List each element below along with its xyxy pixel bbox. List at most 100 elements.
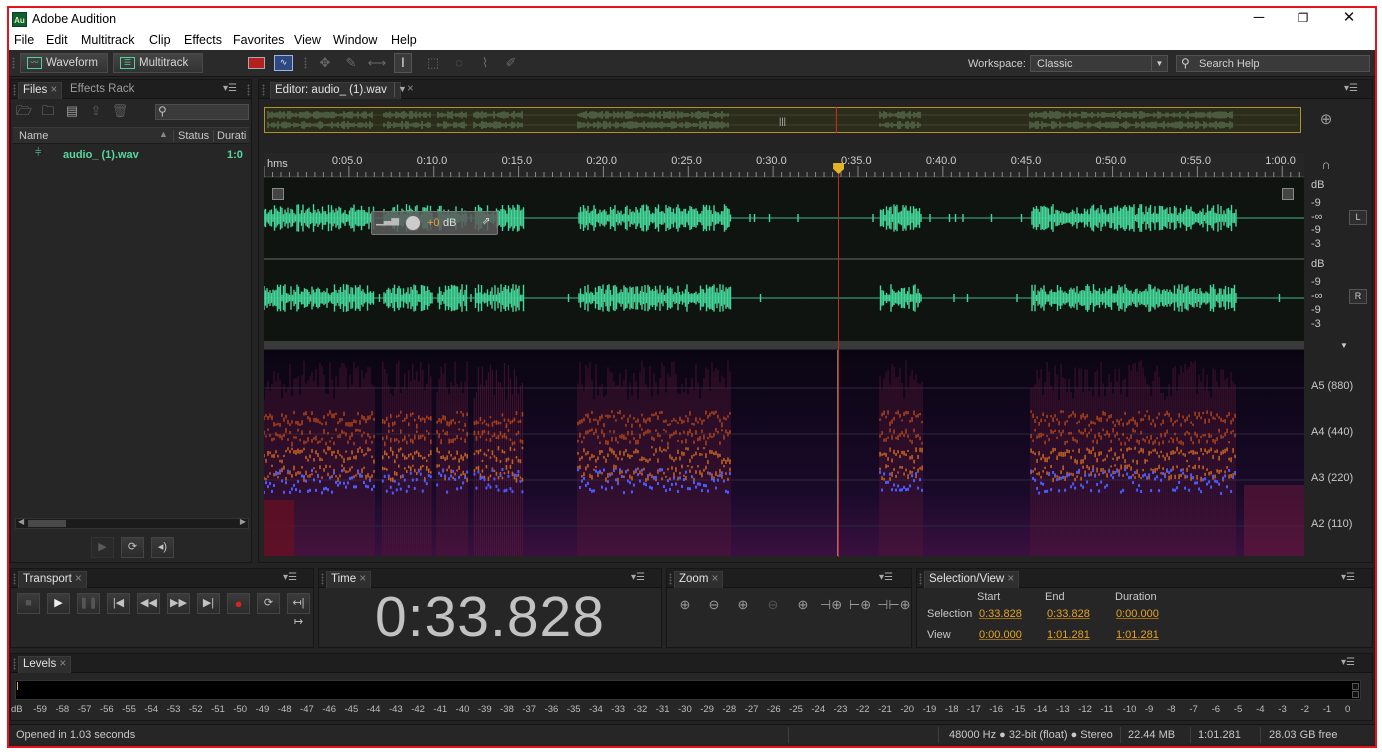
zoom-out-time-icon[interactable]: ⊖ xyxy=(763,596,783,614)
tab-files[interactable]: Files × xyxy=(18,82,63,99)
panel-menu-icon[interactable]: ▾☰ xyxy=(879,572,893,583)
rewind-button[interactable]: ◀◀ xyxy=(137,593,160,614)
zoom-selection-out-icon[interactable]: ⊢⊕ xyxy=(848,596,872,614)
playhead-line[interactable] xyxy=(838,165,840,557)
column-name[interactable]: Name xyxy=(19,130,48,142)
overview-bar[interactable]: ||| xyxy=(264,107,1301,133)
list-item[interactable]: ⫩ audio_ (1).wav 1:0 xyxy=(13,147,249,164)
close-tab-icon[interactable]: × xyxy=(1007,573,1014,585)
restore-button[interactable]: ❐ xyxy=(1280,8,1326,30)
auto-play-button[interactable]: ◂) xyxy=(151,537,174,558)
razor-tool-icon[interactable]: ✎ xyxy=(340,54,362,72)
clip-indicator-right[interactable] xyxy=(1352,691,1359,698)
play-button[interactable]: ▶ xyxy=(47,593,70,614)
loop-button[interactable]: ⟳ xyxy=(257,593,280,614)
channel-right-button[interactable]: R xyxy=(1349,289,1367,304)
zoom-out-amplitude-icon[interactable]: ⊖ xyxy=(704,596,724,614)
panel-menu-icon[interactable]: ▾☰ xyxy=(223,83,237,94)
panel-menu-icon[interactable]: ▾☰ xyxy=(283,572,297,583)
menu-edit[interactable]: Edit xyxy=(46,32,68,49)
column-duration[interactable]: Durati xyxy=(213,130,246,142)
fade-in-handle[interactable] xyxy=(272,188,284,200)
horizontal-scrollbar[interactable]: ◀ ▶ xyxy=(15,517,249,529)
play-file-button[interactable]: ▶ xyxy=(91,537,114,558)
menu-effects[interactable]: Effects xyxy=(184,32,222,49)
selection-end[interactable]: 0:33.828 xyxy=(1047,608,1090,620)
tab-selection-view[interactable]: Selection/View × xyxy=(924,571,1020,588)
tab-zoom[interactable]: Zoom × xyxy=(674,571,724,588)
multitrack-view-button[interactable]: ☰ Multitrack xyxy=(113,53,203,73)
slip-tool-icon[interactable]: ⟷ xyxy=(366,54,388,72)
menu-clip[interactable]: Clip xyxy=(149,32,171,49)
panel-divider[interactable] xyxy=(264,341,1304,349)
lasso-tool-icon[interactable]: ◌ xyxy=(448,54,470,72)
time-ruler[interactable]: 0:05.0 0:10.0 0:15.0 0:20.0 0:25.0 0:30.0 0:35… xyxy=(264,153,1304,177)
spectral-frequency-icon[interactable]: ∿ xyxy=(274,55,293,71)
waveform-display[interactable]: ▁▃▅ +0 dB ⇗ xyxy=(264,178,1304,341)
insert-icon[interactable]: ⇪ xyxy=(87,102,105,120)
waveform-view-button[interactable]: 〰 Waveform xyxy=(20,53,108,73)
close-button[interactable]: ✕ xyxy=(1326,8,1372,30)
zoom-in-amplitude-icon[interactable]: ⊕ xyxy=(675,596,695,614)
import-file-icon[interactable]: 🗀 xyxy=(39,102,57,120)
panel-menu-icon[interactable]: ▾☰ xyxy=(1341,657,1355,668)
menu-file[interactable]: File xyxy=(14,32,34,49)
pin-icon[interactable]: ⇗ xyxy=(482,216,490,227)
view-duration[interactable]: 1:01.281 xyxy=(1116,629,1159,641)
hud-gain-value[interactable]: +0 xyxy=(427,217,440,229)
menu-multitrack[interactable]: Multitrack xyxy=(81,32,134,49)
record-button[interactable]: ● xyxy=(227,593,250,614)
tab-levels[interactable]: Levels × xyxy=(18,656,72,673)
spot-healing-icon[interactable]: ✐ xyxy=(500,54,522,72)
new-file-icon[interactable]: ▤ xyxy=(63,102,81,120)
headphones-icon[interactable]: ∩ xyxy=(1316,156,1336,174)
menu-window[interactable]: Window xyxy=(333,32,377,49)
skip-selection-button[interactable]: ↤|↦ xyxy=(287,593,310,628)
close-tab-icon[interactable]: × xyxy=(59,658,66,670)
spectral-display[interactable] xyxy=(264,350,1304,556)
panel-menu-icon[interactable]: ▾☰ xyxy=(1344,83,1358,94)
chevron-down-icon[interactable]: ▼ xyxy=(1340,341,1348,350)
view-start[interactable]: 0:00.000 xyxy=(979,629,1022,641)
open-folder-icon[interactable]: 🗁 xyxy=(15,102,33,120)
tab-editor[interactable]: Editor: audio_ (1).wav ▼ xyxy=(270,82,407,99)
view-end[interactable]: 1:01.281 xyxy=(1047,629,1090,641)
brush-tool-icon[interactable]: ⌇ xyxy=(474,54,496,72)
fast-forward-button[interactable]: ▶▶ xyxy=(167,593,190,614)
stop-button[interactable]: ■ xyxy=(17,593,40,614)
hud-gain-control[interactable]: ▁▃▅ +0 dB ⇗ xyxy=(371,211,498,235)
close-tab-icon[interactable]: × xyxy=(359,573,366,585)
time-display[interactable]: 0:33.828 xyxy=(319,588,661,647)
tab-time[interactable]: Time × xyxy=(326,571,372,588)
menu-help[interactable]: Help xyxy=(391,32,417,49)
column-status[interactable]: Status xyxy=(173,130,209,142)
selection-duration[interactable]: 0:00.000 xyxy=(1116,608,1159,620)
close-tab-icon[interactable]: × xyxy=(403,82,418,99)
loop-playback-button[interactable]: ⟳ xyxy=(121,537,144,558)
zoom-full-icon[interactable]: ⊕ xyxy=(793,596,813,614)
selection-start[interactable]: 0:33.828 xyxy=(979,608,1022,620)
spectral-display-red-icon[interactable] xyxy=(248,57,265,69)
gain-knob[interactable] xyxy=(405,215,421,231)
scroll-left-icon[interactable]: ◀ xyxy=(18,517,24,526)
files-search-input[interactable]: ⚲ xyxy=(155,104,249,120)
channel-left-button[interactable]: L xyxy=(1349,210,1367,225)
search-help-field[interactable]: ⚲ Search Help xyxy=(1176,55,1370,72)
next-button[interactable]: ▶| xyxy=(197,593,220,614)
panel-menu-icon[interactable]: ▾☰ xyxy=(1341,572,1355,583)
menu-favorites[interactable]: Favorites xyxy=(233,32,284,49)
zoom-in-time-icon[interactable]: ⊕ xyxy=(733,596,753,614)
tab-effects-rack[interactable]: Effects Rack xyxy=(66,82,138,99)
close-tab-icon[interactable]: × xyxy=(712,573,719,585)
move-tool-icon[interactable]: ✥ xyxy=(314,54,336,72)
delete-icon[interactable]: 🗑 xyxy=(111,102,129,120)
panel-menu-icon[interactable]: ▾☰ xyxy=(631,572,645,583)
fade-out-handle[interactable] xyxy=(1282,188,1294,200)
minimize-button[interactable]: ─ xyxy=(1236,8,1282,30)
marquee-tool-icon[interactable]: ⬚ xyxy=(422,54,444,72)
workspace-dropdown[interactable]: Classic ▼ xyxy=(1030,55,1168,72)
zoom-selection-in-icon[interactable]: ⊣⊕ xyxy=(819,596,843,614)
clip-indicator-left[interactable] xyxy=(1352,683,1359,690)
time-selection-tool-icon[interactable]: I xyxy=(394,53,412,73)
close-tab-icon[interactable]: × xyxy=(50,84,57,96)
